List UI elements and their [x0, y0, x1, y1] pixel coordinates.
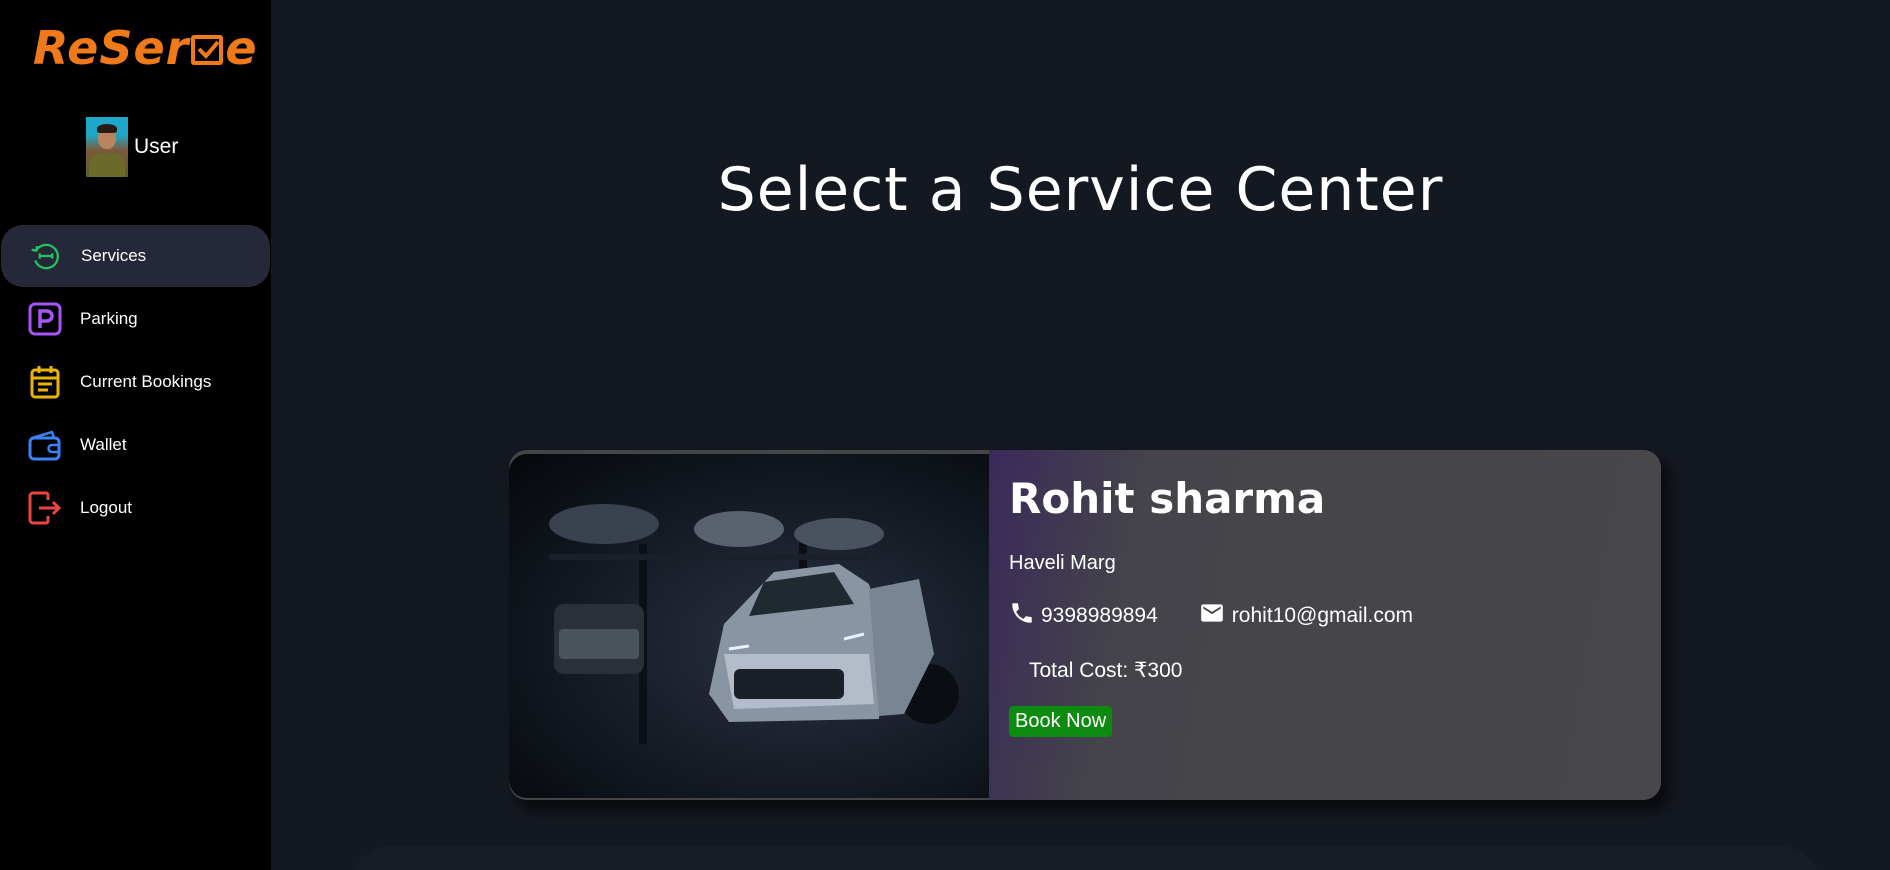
email-address: rohit10@gmail.com [1231, 604, 1414, 627]
total-cost: Total Cost: ₹300 [1029, 659, 1183, 682]
sidebar: ReSer e User Services Parking Current Bo… [0, 0, 271, 870]
book-now-button[interactable]: Book Now [1009, 706, 1113, 737]
wallet-icon [28, 428, 62, 462]
email-contact: rohit10@gmail.com [1198, 600, 1413, 632]
app-logo[interactable]: ReSer e [33, 18, 258, 78]
sidebar-item-parking[interactable]: Parking [0, 288, 271, 350]
sidebar-item-label: Logout [80, 498, 132, 517]
phone-number: 9398989894 [1041, 604, 1158, 627]
sidebar-nav: Services Parking Current Bookings Wallet… [0, 225, 271, 540]
sidebar-item-label: Parking [80, 309, 138, 328]
center-name: Rohit sharma [1009, 474, 1326, 523]
calendar-icon [28, 365, 62, 399]
sidebar-item-label: Wallet [80, 435, 127, 454]
sidebar-item-current-bookings[interactable]: Current Bookings [0, 351, 271, 413]
center-address: Haveli Marg [1009, 552, 1116, 574]
phone-icon [1009, 600, 1041, 632]
logo-text-end: e [225, 21, 258, 75]
sidebar-item-services[interactable]: Services [1, 225, 270, 287]
next-card-edge [350, 846, 1820, 870]
logout-icon [28, 491, 62, 525]
service-center-image [509, 454, 989, 798]
sidebar-item-logout[interactable]: Logout [0, 477, 271, 539]
phone-contact: 9398989894 [1009, 600, 1158, 632]
contact-row: 9398989894 rohit10@gmail.com [1009, 600, 1413, 632]
logo-text-start: ReSer [33, 21, 190, 75]
user-profile[interactable]: User [86, 117, 178, 177]
logo-check-icon [191, 35, 224, 65]
service-center-card[interactable]: Rohit sharma Haveli Marg 9398989894 rohi… [509, 450, 1661, 800]
page-title: Select a Service Center [717, 155, 1444, 225]
service-center-info: Rohit sharma Haveli Marg 9398989894 rohi… [989, 450, 1661, 800]
sidebar-item-label: Services [81, 246, 147, 265]
parking-icon [28, 302, 62, 336]
wrench-cycle-icon [29, 239, 63, 273]
sidebar-item-label: Current Bookings [80, 372, 212, 391]
mail-icon [1198, 600, 1232, 632]
avatar[interactable] [86, 117, 128, 177]
sidebar-item-wallet[interactable]: Wallet [0, 414, 271, 476]
user-name: User [134, 135, 179, 158]
